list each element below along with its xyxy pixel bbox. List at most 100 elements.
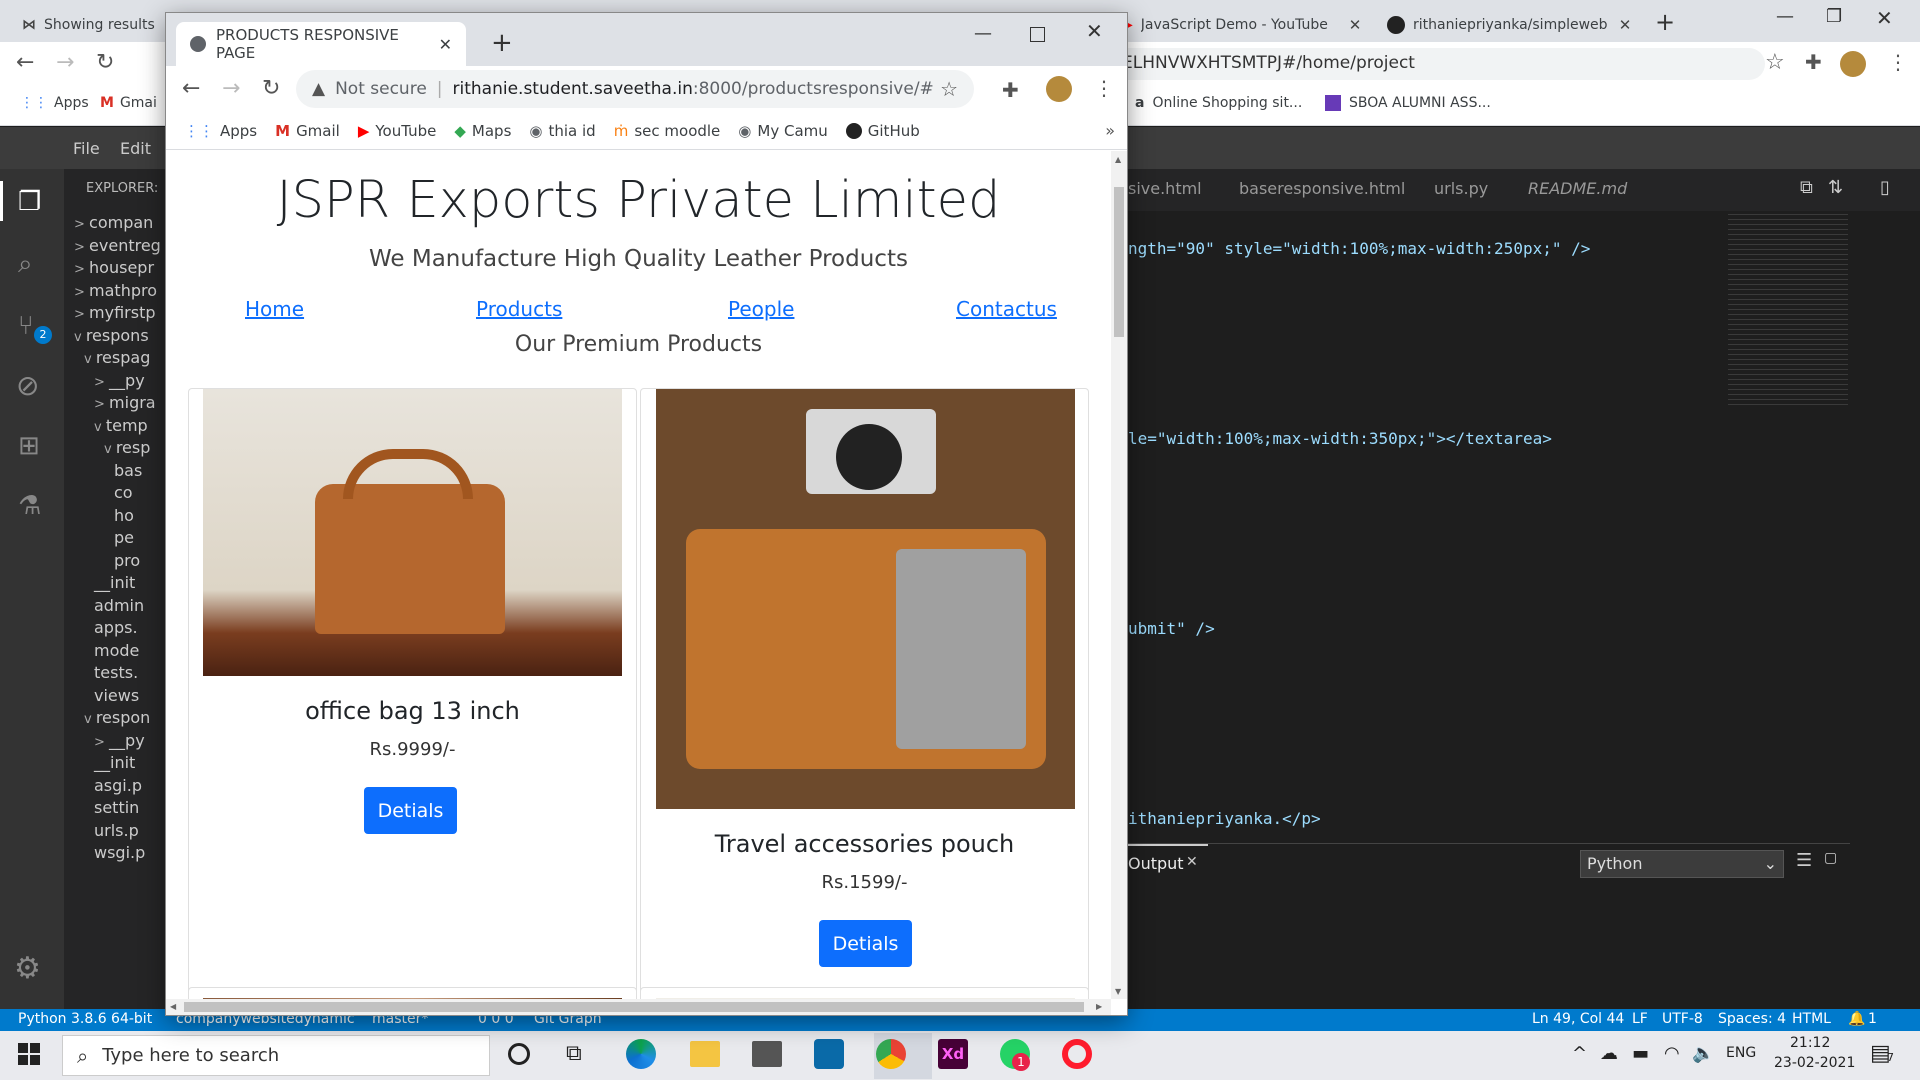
bookmark-online-shopping[interactable]: a Online Shopping sit... [1135,95,1302,111]
explorer-tree-item[interactable]: mode [94,641,139,660]
extensions-icon[interactable]: ⊞ [18,431,40,461]
back-icon[interactable]: ← [16,50,34,75]
menu-edit[interactable]: Edit [120,139,151,158]
mail-icon[interactable] [752,1041,782,1067]
explorer-tree-item[interactable]: > compan [74,213,153,232]
extensions-icon[interactable]: ✚ [1002,78,1019,102]
bookmark-maps[interactable]: ◆ Maps [454,122,511,140]
adobe-xd-icon[interactable]: Xd [938,1039,968,1069]
cursor-position[interactable]: Ln 49, Col 44 [1532,1011,1624,1027]
code-line[interactable]: le="width:100%;max-width:350px;"></texta… [1128,429,1552,448]
url-path[interactable]: :8000/productsresponsive/# [693,79,934,99]
code-line[interactable]: ngth="90" style="width:100%;max-width:25… [1128,239,1590,258]
nav-home[interactable]: Home [245,297,304,321]
scroll-right-icon[interactable]: ▶ [1096,1002,1102,1011]
volume-icon[interactable]: 🔈 [1692,1043,1714,1064]
explorer-tree-item[interactable]: v respag [84,348,150,367]
product-image[interactable] [203,389,622,676]
explorer-tree-item[interactable]: urls.p [94,821,139,840]
dell-icon[interactable] [814,1039,844,1069]
scrollbar-thumb[interactable] [184,1002,1084,1012]
taskbar-search-input[interactable]: ⌕ Type here to search [62,1035,490,1076]
indentation[interactable]: Spaces: 4 [1718,1011,1786,1027]
explorer-tree-item[interactable]: > eventreg [74,236,161,255]
maximize-icon[interactable] [1030,27,1045,42]
restore-icon[interactable]: ❐ [1826,6,1842,27]
bell-icon[interactable]: 🔔 [1848,1011,1865,1027]
security-label[interactable]: Not secure [335,79,427,99]
explorer-tree-item[interactable]: __init [94,573,135,592]
reload-icon[interactable]: ↻ [96,50,114,75]
nav-products[interactable]: Products [476,297,562,321]
horizontal-scrollbar[interactable]: ◀ ▶ [166,999,1111,1015]
panel-tab-output[interactable]: Output [1128,854,1184,873]
fg-address-bar[interactable]: ▲ Not secure | rithanie.student.saveetha… [296,70,974,108]
split-editor-icon[interactable]: ▯ [1880,177,1890,198]
windows-start-icon[interactable] [18,1043,40,1065]
menu-kebab-icon[interactable]: ⋮ [1888,50,1908,74]
clear-output-icon[interactable]: ☰ [1796,850,1812,871]
bookmark-sboa[interactable]: SBOA ALUMNI ASS... [1325,95,1491,111]
explorer-tree-item[interactable]: v respons [74,326,149,345]
bookmark-gmail[interactable]: M Gmai [100,95,157,111]
explorer-tree-item[interactable]: settin [94,798,139,817]
close-icon[interactable]: ✕ [1345,16,1365,34]
close-icon[interactable]: ✕ [439,35,452,54]
minimap[interactable] [1728,209,1848,409]
cortana-icon[interactable] [508,1043,530,1065]
close-window-icon[interactable]: ✕ [1876,6,1893,30]
explorer-tree-item[interactable]: > __py [94,731,145,750]
close-icon[interactable]: ✕ [1186,854,1198,870]
debug-icon[interactable]: ⊘ [16,369,39,402]
chrome-icon[interactable] [876,1039,906,1069]
explorer-tree-item[interactable]: asgi.p [94,776,142,795]
explorer-tree-item[interactable]: > __py [94,371,145,390]
code-line[interactable]: ubmit" /> [1128,619,1215,638]
code-line[interactable]: ithaniepriyanka.</p> [1128,809,1321,828]
explorer-tree-item[interactable]: > migra [94,393,156,412]
lock-icon[interactable]: ▢ [1824,850,1837,866]
explorer-files-icon[interactable]: ❐ [18,187,41,217]
bookmark-apps[interactable]: ⋮⋮ Apps [20,95,89,111]
scroll-up-icon[interactable]: ▲ [1115,155,1121,164]
bookmark-gmail[interactable]: M Gmail [275,122,340,140]
scroll-down-icon[interactable]: ▼ [1115,987,1121,996]
explorer-tree-item[interactable]: __init [94,753,135,772]
language-mode[interactable]: HTML [1792,1011,1831,1027]
explorer-tree-item[interactable]: views [94,686,139,705]
clock-date[interactable]: 23-02-2021 [1774,1055,1855,1071]
chevron-up-icon[interactable]: ^ [1572,1043,1587,1064]
explorer-tree-item[interactable]: pro [114,551,140,570]
nav-contactus[interactable]: Contactus [956,297,1057,321]
new-tab-icon[interactable]: + [491,28,513,58]
compare-icon[interactable]: ⇅ [1828,177,1843,198]
explorer-tree-item[interactable]: v resp [104,438,150,457]
editor-tab[interactable]: baseresponsive.html [1239,179,1405,198]
editor-tab[interactable]: sive.html [1128,179,1202,198]
bg-tab-showing-results[interactable]: ⋈ Showing results [10,7,170,42]
bookmark-sec-moodle[interactable]: ṁ sec moodle [614,122,721,140]
settings-gear-icon[interactable]: ⚙ [14,951,41,986]
details-button[interactable]: Detials [819,920,912,967]
explorer-tree-item[interactable]: wsgi.p [94,843,145,862]
editor-tab[interactable]: urls.py [1434,179,1488,198]
product-image[interactable] [656,389,1075,809]
nav-people[interactable]: People [728,297,794,321]
task-view-icon[interactable]: ⧉ [566,1041,582,1066]
explorer-tree-item[interactable]: ho [114,506,134,525]
explorer-tree-item[interactable]: apps. [94,618,138,637]
url-host[interactable]: rithanie.student.saveetha.in [453,79,693,99]
encoding[interactable]: UTF-8 [1662,1011,1703,1027]
back-icon[interactable]: ← [182,76,200,101]
python-interpreter[interactable]: Python 3.8.6 64-bit [18,1011,152,1027]
editor-tab[interactable]: README.md [1528,179,1627,198]
file-explorer-icon[interactable] [690,1041,720,1067]
bookmark-github[interactable]: GitHub [845,122,920,140]
minimize-icon[interactable]: — [1776,6,1794,27]
edge-icon[interactable] [626,1039,656,1069]
bg-tab-youtube[interactable]: ▶ JavaScript Demo - YouTube ✕ [1110,7,1365,42]
close-window-icon[interactable]: ✕ [1086,19,1103,43]
bookmark-star-icon[interactable]: ☆ [1765,50,1785,75]
bg-address-bar[interactable]: ELHNVWXHTSMTPJ#/home/project [1110,48,1765,80]
menu-kebab-icon[interactable]: ⋮ [1094,76,1114,100]
